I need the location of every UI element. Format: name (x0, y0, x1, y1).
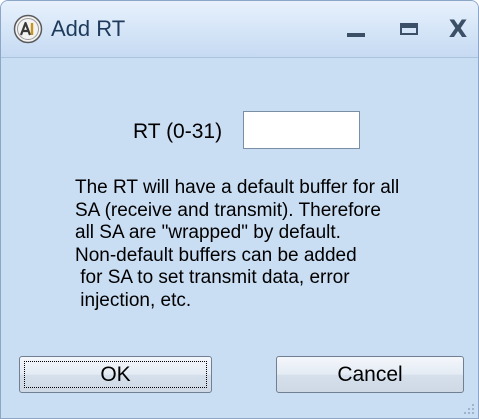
title-bar[interactable]: Add RT X (1, 1, 478, 58)
description-line: for SA to set transmit data, error (75, 267, 350, 288)
maximize-icon (400, 23, 418, 35)
cancel-button[interactable]: Cancel (276, 356, 464, 393)
description-line: Non-default buffers can be added (75, 244, 357, 266)
rt-number-input[interactable] (243, 111, 360, 149)
ok-button-label: OK (100, 362, 131, 386)
minimize-icon (347, 33, 365, 37)
description-text: The RT will have a default buffer for al… (75, 177, 435, 312)
cancel-button-label: Cancel (337, 362, 403, 386)
description-line: all SA are "wrapped" by default. (75, 222, 341, 243)
description-line: SA (receive and transmit). Therefore (75, 199, 381, 221)
dialog-body: RT (0-31) The RT will have a default buf… (1, 58, 478, 418)
minimize-button[interactable] (342, 15, 370, 43)
resize-grip-icon[interactable] (460, 400, 476, 416)
app-logo-icon (13, 14, 43, 44)
maximize-button[interactable] (395, 15, 423, 43)
window-title: Add RT (51, 16, 126, 41)
description-line: injection, etc. (75, 289, 192, 311)
close-button[interactable]: X (444, 15, 472, 43)
rt-label: RT (0-31) (133, 120, 223, 143)
close-icon: X (448, 15, 468, 43)
add-rt-dialog: Add RT X RT (0-31) The RT will have a de… (0, 0, 479, 419)
description-line: The RT will have a default buffer for al… (75, 177, 400, 198)
ok-button[interactable]: OK (19, 356, 212, 393)
